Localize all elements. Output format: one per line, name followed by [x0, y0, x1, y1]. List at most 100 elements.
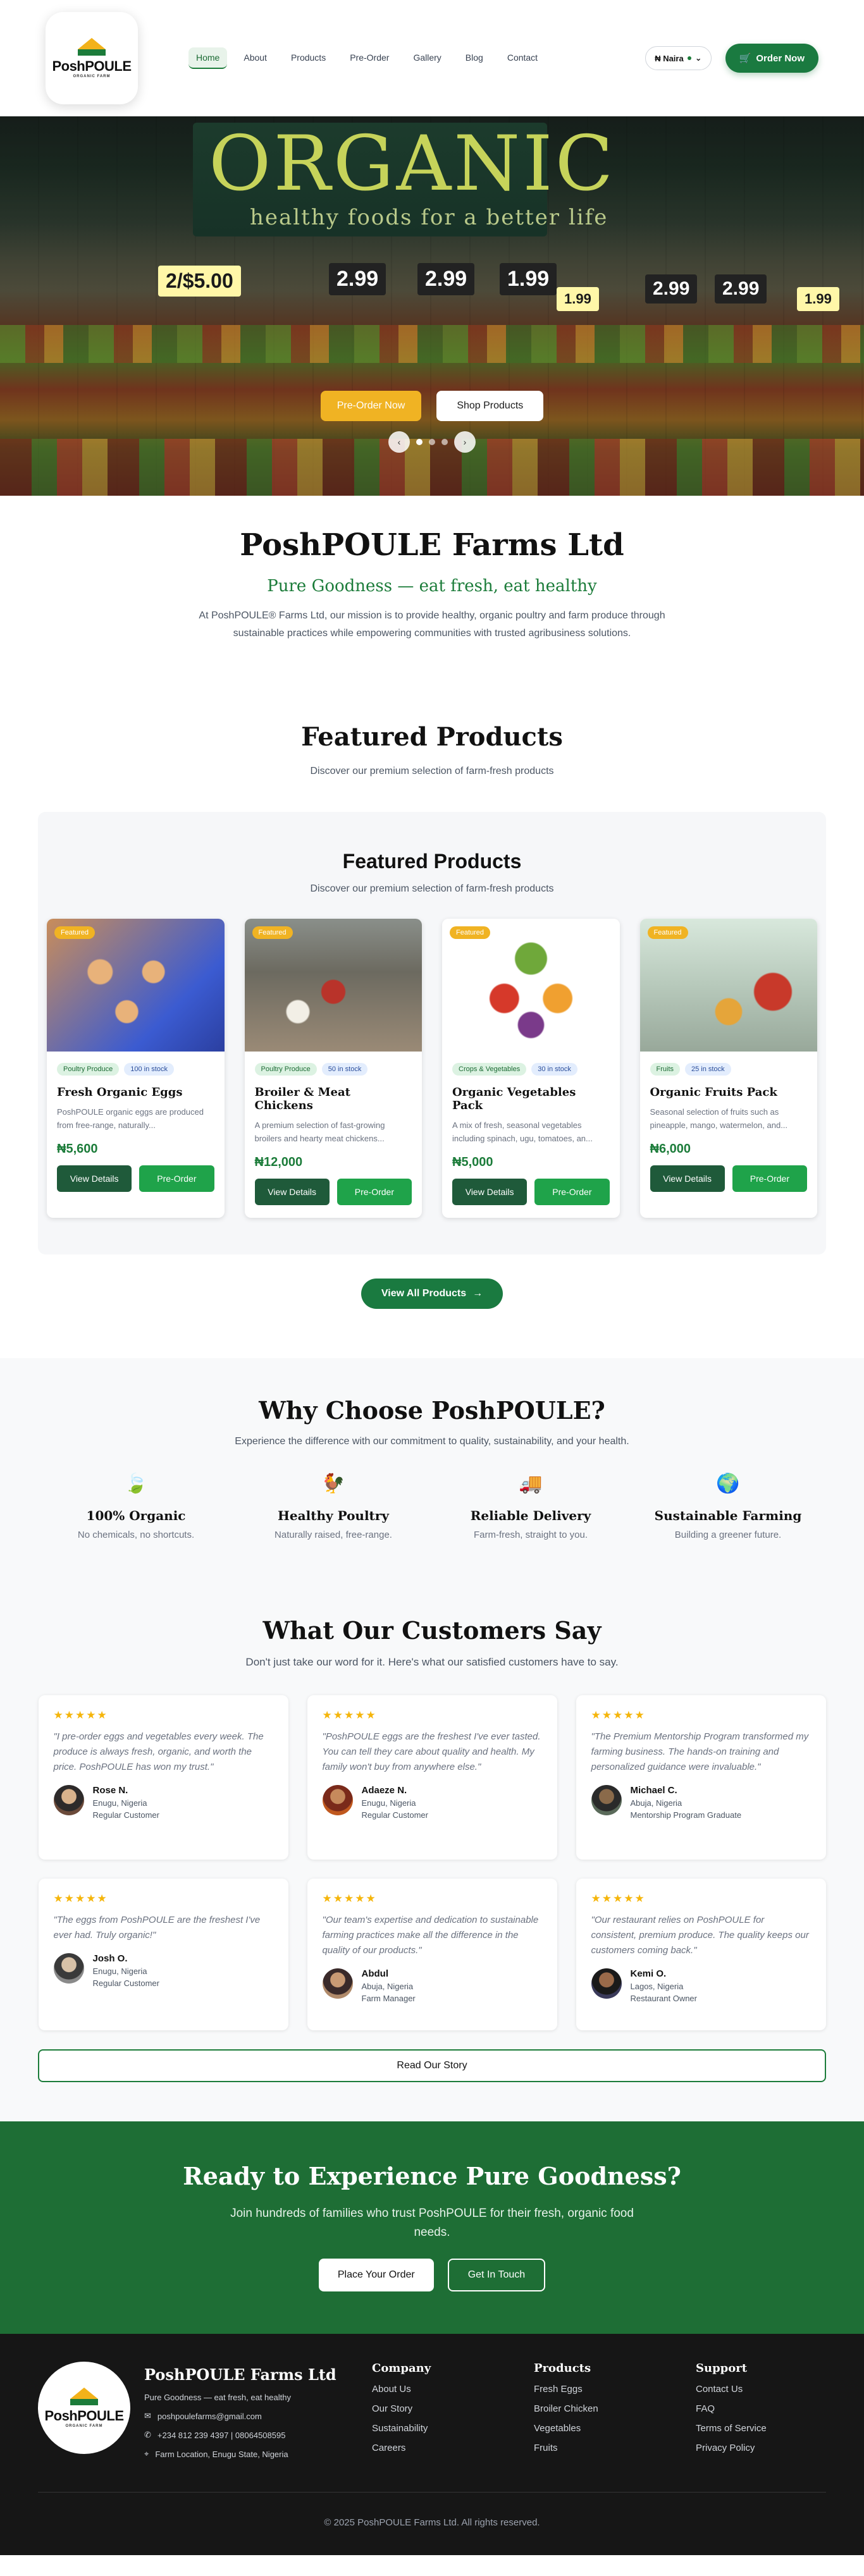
hero-sign-subtitle: healthy foods for a better life: [250, 205, 608, 230]
product-description: A mix of fresh, seasonal vegetables incl…: [452, 1120, 593, 1143]
footer-link[interactable]: Careers: [372, 2443, 534, 2453]
product-image: Featured: [442, 919, 620, 1052]
featured-subtitle: Discover our premium selection of farm-f…: [310, 766, 554, 776]
product-name: Fresh Organic Eggs: [57, 1086, 183, 1099]
footer-brand: PoshPOULE Farms Ltd Pure Goodness — eat …: [144, 2362, 372, 2459]
avatar: [591, 1785, 622, 1815]
product-image: Featured: [47, 919, 225, 1052]
view-details-button[interactable]: View Details: [650, 1165, 725, 1192]
carousel-dot[interactable]: [416, 439, 423, 445]
footer-link[interactable]: Vegetables: [534, 2423, 696, 2434]
about-text: At PoshPOULE® Farms Ltd, our mission is …: [199, 610, 665, 639]
product-card[interactable]: Featured Fruits 25 in stock Organic Frui…: [639, 919, 817, 1218]
chevron-left-icon[interactable]: ‹: [388, 431, 410, 453]
shop-products-button[interactable]: Shop Products: [436, 391, 544, 421]
currency-status-dot: [687, 56, 691, 60]
nav-contact[interactable]: Contact: [500, 47, 545, 69]
logo-roof-icon: [70, 2388, 98, 2399]
site-footer: PoshPOULE ORGANIC FARM PoshPOULE Farms L…: [0, 2334, 864, 2555]
main-nav: Home About Products Pre-Order Gallery Bl…: [188, 47, 545, 69]
footer-link[interactable]: Our Story: [372, 2403, 534, 2414]
carousel-dot[interactable]: [429, 439, 435, 445]
truck-icon: 🚚: [519, 1473, 543, 1494]
testimonial-location: Enugu, Nigeria: [92, 1966, 147, 1976]
footer-link[interactable]: About Us: [372, 2384, 534, 2395]
hero-sign-title: ORGANIC: [209, 120, 616, 208]
stock-badge: 50 in stock: [321, 1063, 368, 1076]
footer-link[interactable]: Broiler Chicken: [534, 2403, 696, 2414]
pre-order-now-button[interactable]: Pre-Order Now: [320, 391, 422, 421]
chevron-right-icon[interactable]: ›: [454, 431, 476, 453]
footer-link[interactable]: Sustainability: [372, 2423, 534, 2434]
logo-base-icon: [78, 49, 106, 56]
star-rating-icon: ★★★★★: [591, 1892, 646, 1904]
stock-badge: 100 in stock: [124, 1063, 174, 1076]
view-all-products-button[interactable]: View All Products →: [361, 1279, 503, 1309]
product-image: Featured: [244, 919, 422, 1052]
footer-link[interactable]: Fruits: [534, 2443, 696, 2453]
view-details-button[interactable]: View Details: [452, 1179, 528, 1205]
footer-logo[interactable]: PoshPOULE ORGANIC FARM: [38, 2362, 130, 2454]
footer-column-support: Support Contact Us FAQ Terms of Service …: [696, 2362, 822, 2459]
testimonial-role: Mentorship Program Graduate: [630, 1810, 742, 1820]
product-name: Organic Fruits Pack: [650, 1086, 777, 1099]
nav-blog[interactable]: Blog: [458, 47, 491, 69]
feature-item: 🚚 Reliable Delivery Farm-fresh, straight…: [432, 1473, 629, 1540]
pre-order-button[interactable]: Pre-Order: [336, 1179, 412, 1205]
product-description: PoshPOULE organic eggs are produced from…: [57, 1107, 204, 1130]
get-in-touch-button[interactable]: Get In Touch: [447, 2259, 546, 2291]
product-card[interactable]: Featured Poultry Produce 100 in stock Fr…: [47, 919, 225, 1218]
product-price: ₦5,000: [452, 1155, 493, 1169]
footer-phone-text: +234 812 239 4397 | 08064508595: [157, 2430, 286, 2440]
testimonial-card: ★★★★★ "The Premium Mentorship Program tr…: [576, 1695, 826, 1860]
footer-phone[interactable]: ✆ +234 812 239 4397 | 08064508595: [144, 2430, 372, 2440]
nav-home[interactable]: Home: [188, 47, 228, 69]
product-card[interactable]: Featured Poultry Produce 50 in stock Bro…: [244, 919, 422, 1218]
view-details-button[interactable]: View Details: [254, 1179, 330, 1205]
feature-text: No chemicals, no shortcuts.: [77, 1530, 195, 1540]
pre-order-button[interactable]: Pre-Order: [139, 1165, 214, 1192]
produce-shelf: [0, 325, 864, 363]
place-order-button[interactable]: Place Your Order: [318, 2259, 434, 2291]
featured-badge: Featured: [647, 926, 688, 939]
testimonial-role: Regular Customer: [92, 1810, 160, 1820]
logo-text: PoshPOULE: [44, 2408, 124, 2424]
stock-badge: 25 in stock: [685, 1063, 731, 1076]
why-title: Why Choose PoshPOULE?: [259, 1396, 605, 1425]
category-badge: Crops & Vegetables: [452, 1063, 527, 1076]
hero-carousel-controls: ‹ ›: [0, 431, 864, 453]
currency-select[interactable]: ₦ Naira ⌄: [645, 46, 712, 70]
nav-pre-order[interactable]: Pre-Order: [342, 47, 397, 69]
nav-about[interactable]: About: [236, 47, 275, 69]
logo-subtext: ORGANIC FARM: [73, 75, 111, 78]
pre-order-button[interactable]: Pre-Order: [534, 1179, 610, 1205]
footer-link[interactable]: Contact Us: [696, 2384, 822, 2395]
nav-products[interactable]: Products: [283, 47, 333, 69]
testimonials-section: What Our Customers Say Don't just take o…: [0, 1590, 864, 2121]
footer-link[interactable]: FAQ: [696, 2403, 822, 2414]
hero-price-tag: 2.99: [329, 263, 386, 295]
footer-link[interactable]: Terms of Service: [696, 2423, 822, 2434]
featured-section: Featured Products Discover our premium s…: [0, 717, 864, 1358]
footer-link[interactable]: Fresh Eggs: [534, 2384, 696, 2395]
product-card[interactable]: Featured Crops & Vegetables 30 in stock …: [442, 919, 620, 1218]
order-now-button[interactable]: 🛒 Order Now: [725, 44, 818, 73]
logo-text: PoshPOULE: [52, 58, 132, 74]
carousel-dot[interactable]: [441, 439, 448, 445]
view-details-button[interactable]: View Details: [57, 1165, 132, 1192]
footer-divider: [38, 2492, 826, 2493]
testimonial-role: Regular Customer: [92, 1978, 160, 1988]
pre-order-button[interactable]: Pre-Order: [732, 1165, 807, 1192]
read-our-story-button[interactable]: Read Our Story: [38, 2049, 826, 2082]
testimonial-quote: "Our restaurant relies on PoshPOULE for …: [591, 1915, 809, 1956]
product-description: Seasonal selection of fruits such as pin…: [650, 1107, 788, 1130]
nav-gallery[interactable]: Gallery: [405, 47, 448, 69]
testimonial-name: Adaeze N.: [361, 1785, 407, 1796]
order-now-label: Order Now: [756, 52, 805, 64]
featured-inner-subtitle: Discover our premium selection of farm-f…: [310, 883, 554, 894]
testimonial-card: ★★★★★ "PoshPOULE eggs are the freshest I…: [307, 1695, 557, 1860]
star-rating-icon: ★★★★★: [53, 1892, 108, 1904]
footer-email[interactable]: ✉ poshpoulefarms@gmail.com: [144, 2411, 372, 2421]
footer-link[interactable]: Privacy Policy: [696, 2443, 822, 2453]
logo[interactable]: PoshPOULE ORGANIC FARM: [46, 12, 138, 104]
